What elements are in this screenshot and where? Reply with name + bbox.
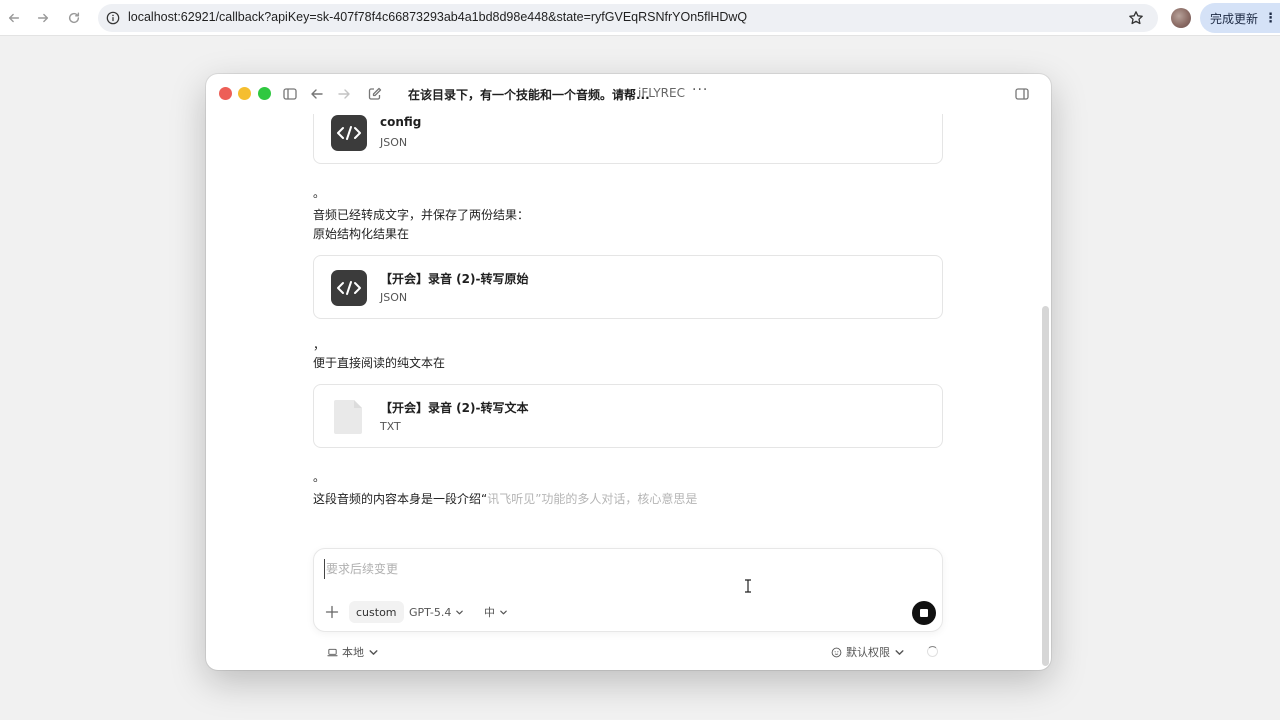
text-file-icon [331,399,367,435]
panel-toggle-icon[interactable] [1014,86,1030,102]
forward-icon[interactable] [33,8,53,28]
model-selector[interactable]: GPT-5.4 [409,601,464,623]
chevron-down-icon [456,610,464,614]
chevron-down-icon [500,610,507,614]
file-name: config [380,115,422,129]
streaming-message-text: 这段音频的内容本身是一段介绍“讯飞听见”功能的多人对话，核心意思是 [313,490,697,507]
message-text: 音频已经转成文字，并保存了两份结果： [313,208,530,222]
window-titlebar: 在该目录下，有一个技能和一个音频。请帮... iFLYREC ··· [206,74,1051,114]
location-selector[interactable]: 本地 [327,644,379,660]
sidebar-toggle-icon[interactable] [282,86,298,102]
permission-label: 默认权限 [846,646,890,659]
scrollbar[interactable] [1042,306,1049,666]
update-button[interactable]: 完成更新 ⋮ [1200,3,1280,33]
more-options-icon[interactable]: ··· [692,82,708,98]
message-text: 原始结构化结果在 [313,227,410,241]
stop-generation-button[interactable] [912,601,936,625]
star-icon[interactable] [1128,10,1144,26]
file-name: 【开会】录音 (2)-转写原始 [380,272,529,286]
info-icon[interactable] [106,11,120,25]
app-window: 在该目录下，有一个技能和一个音频。请帮... iFLYREC ··· confi… [206,74,1051,670]
message-text-fading: 讯飞听见”功能的多人对话，核心意思是 [487,492,698,506]
model-label: GPT-5.4 [409,605,452,619]
browser-toolbar: localhost:62921/callback?apiKey=sk-407f7… [0,0,1280,36]
new-chat-icon[interactable] [367,86,383,102]
file-card-raw-json[interactable]: 【开会】录音 (2)-转写原始 JSON [313,255,943,319]
stop-icon [920,609,928,617]
back-icon[interactable] [4,8,24,28]
file-name: 【开会】录音 (2)-转写文本 [380,401,529,415]
permission-icon [831,647,842,657]
loading-spinner-icon [927,646,938,657]
reload-icon[interactable] [64,8,84,28]
address-bar[interactable]: localhost:62921/callback?apiKey=sk-407f7… [98,4,1158,32]
custom-mode-button[interactable]: custom [349,601,404,623]
file-type: TXT [380,420,401,433]
code-file-icon [331,115,367,151]
text-cursor-icon [745,579,751,593]
location-label: 本地 [342,646,364,659]
message-text-solid: 这段音频的内容本身是一段介绍“ [313,492,488,506]
close-window-button[interactable] [219,87,232,100]
message-text: ， [313,338,326,352]
reasoning-label: 中 [484,606,495,619]
profile-avatar[interactable] [1171,8,1191,28]
chevron-down-icon [895,649,904,655]
reasoning-selector[interactable]: 中 [484,601,508,623]
composer: custom GPT-5.4 中 [313,548,943,632]
conversation-area[interactable]: config JSON 。 音频已经转成文字，并保存了两份结果： 原始结构化结果… [206,114,1051,544]
kebab-icon[interactable]: ⋮ [1264,11,1277,26]
message-input[interactable] [324,559,884,579]
code-file-icon [331,270,367,306]
minimize-window-button[interactable] [238,87,251,100]
custom-mode-label: custom [356,605,397,619]
add-attachment-icon[interactable] [324,604,340,620]
back-arrow-icon[interactable] [309,86,325,102]
message-text: 。 [313,186,326,200]
message-text: 。 [313,470,326,484]
project-name[interactable]: iFLYREC [638,86,685,100]
chevron-down-icon [369,649,378,655]
maximize-window-button[interactable] [258,87,271,100]
permission-selector[interactable]: 默认权限 [831,644,905,660]
file-type: JSON [380,291,408,304]
update-button-label: 完成更新 [1210,11,1259,26]
laptop-icon [327,648,338,656]
file-type: JSON [380,136,408,149]
file-card-plain-text[interactable]: 【开会】录音 (2)-转写文本 TXT [313,384,943,448]
message-text: 便于直接阅读的纯文本在 [313,356,446,370]
url-text[interactable]: localhost:62921/callback?apiKey=sk-407f7… [128,10,747,24]
window-title: 在该目录下，有一个技能和一个音频。请帮... [408,88,650,102]
file-card-config[interactable]: config JSON [313,114,943,164]
forward-arrow-icon[interactable] [336,86,352,102]
